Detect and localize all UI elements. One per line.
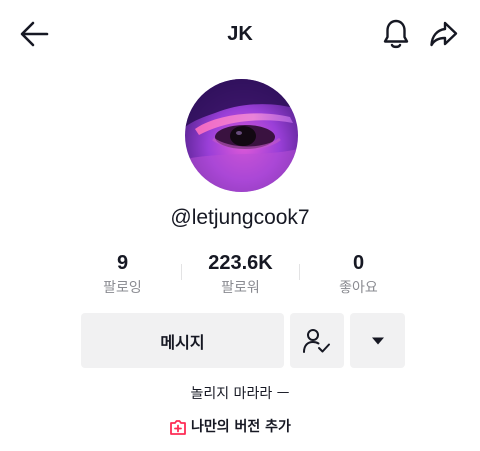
profile-bio: 놀리지 마라라 ㅡ	[190, 386, 290, 402]
stat-followers[interactable]: 223.6K 팔로워	[182, 251, 299, 299]
stat-followers-label: 팔로워	[221, 280, 260, 296]
stat-following[interactable]: 9 팔로잉	[64, 251, 181, 299]
share-button[interactable]	[422, 14, 466, 54]
add-your-version-label: 나만의 버전 추가	[191, 419, 291, 435]
stat-following-label: 팔로잉	[103, 280, 142, 296]
stat-likes-label: 좋아요	[339, 280, 378, 296]
plus-square-icon	[169, 418, 187, 436]
following-status-button[interactable]	[290, 313, 344, 368]
more-options-button[interactable]	[350, 313, 405, 368]
avatar[interactable]	[185, 79, 298, 192]
caret-down-icon	[371, 337, 384, 344]
add-your-version-link[interactable]: 나만의 버전 추가	[169, 414, 291, 440]
username: @letjungcook7	[170, 206, 310, 229]
share-arrow-icon	[430, 21, 458, 47]
stat-likes-count: 0	[352, 252, 365, 274]
user-check-icon	[303, 328, 330, 353]
bell-icon	[383, 19, 409, 49]
profile-header: JK	[0, 0, 480, 68]
notification-button[interactable]	[376, 14, 416, 54]
avatar-image	[185, 79, 298, 192]
stat-likes[interactable]: 0 좋아요	[300, 251, 417, 299]
message-button[interactable]: 메시지	[81, 313, 284, 368]
stats-row: 9 팔로잉 223.6K 팔로워 0 좋아요	[64, 251, 416, 301]
stat-following-count: 9	[116, 252, 129, 274]
stat-followers-count: 223.6K	[208, 252, 273, 274]
